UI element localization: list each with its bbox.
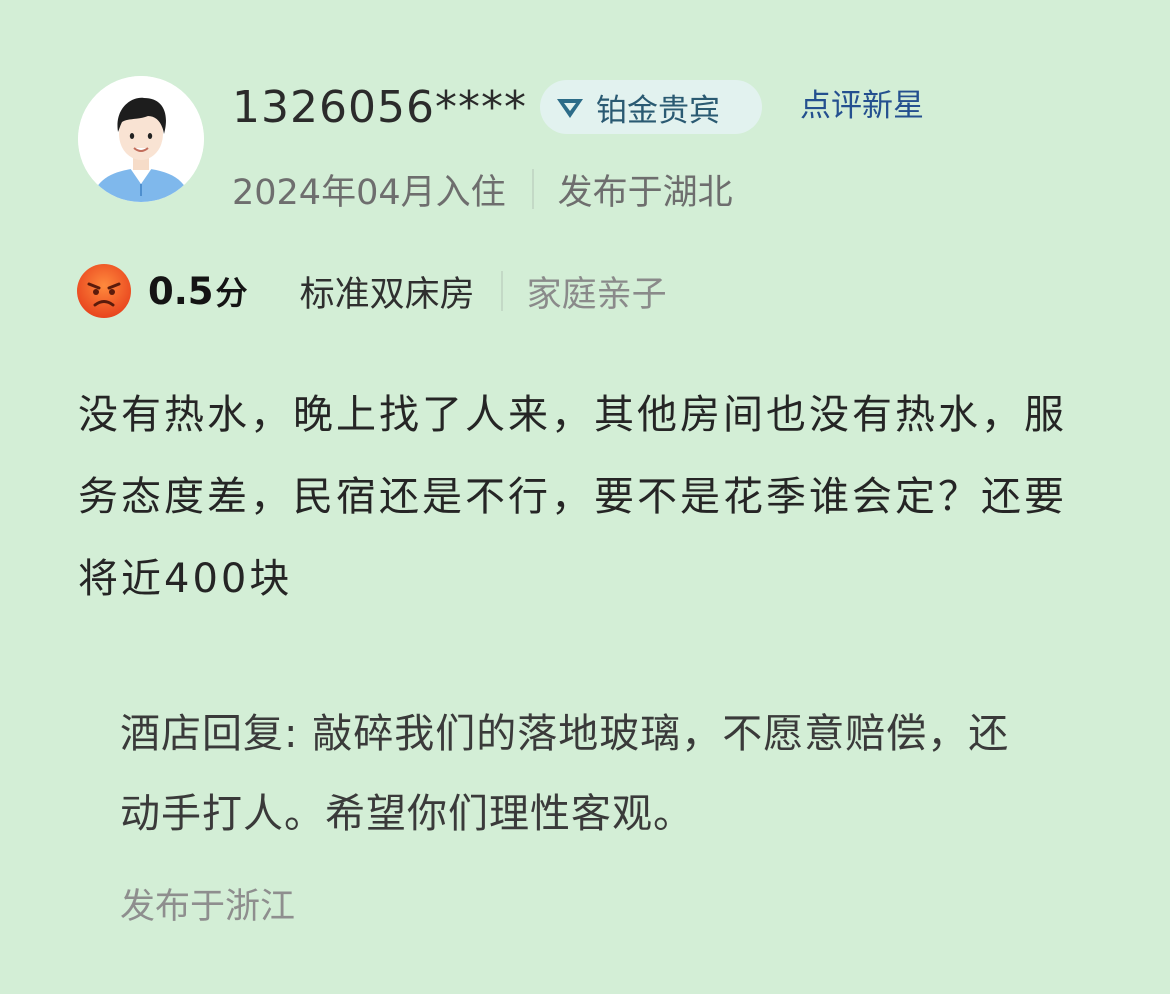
membership-badge-label: 铂金贵宾 <box>596 92 720 129</box>
rating-row: 0.5 分 标准双床房 家庭亲子 <box>76 262 667 320</box>
review-card: 1326056**** 铂金贵宾 点评新星 2024年04月入住 发布于湖北 0… <box>0 0 1170 994</box>
diamond-icon <box>554 91 586 123</box>
review-body: 没有热水，晚上找了人来，其他房间也没有热水，服务态度差，民宿还是不行，要不是花季… <box>78 392 1067 602</box>
divider <box>531 169 534 209</box>
user-avatar[interactable] <box>78 76 204 202</box>
stay-date: 2024年04月入住 <box>232 172 506 213</box>
reviewer-username[interactable]: 1326056**** <box>232 80 527 136</box>
trip-type: 家庭亲子 <box>526 274 667 315</box>
divider <box>500 271 503 311</box>
hotel-reply: 酒店回复: 敲碎我们的落地玻璃，不愿意赔偿，还动手打人。希望你们理性客观。 <box>120 711 1010 837</box>
room-type: 标准双床房 <box>299 274 475 315</box>
reply-posted-location: 发布于浙江 <box>120 887 296 927</box>
membership-badge[interactable]: 铂金贵宾 <box>540 80 762 134</box>
angry-face-icon <box>76 263 132 319</box>
posted-location: 发布于湖北 <box>557 172 733 213</box>
reviewer-meta: 2024年04月入住 发布于湖北 <box>232 164 733 214</box>
reviewer-title-label[interactable]: 点评新星 <box>800 84 924 128</box>
rating-unit: 分 <box>215 274 248 312</box>
avatar-illustration <box>78 76 204 202</box>
rating-score: 0.5 <box>148 269 214 313</box>
